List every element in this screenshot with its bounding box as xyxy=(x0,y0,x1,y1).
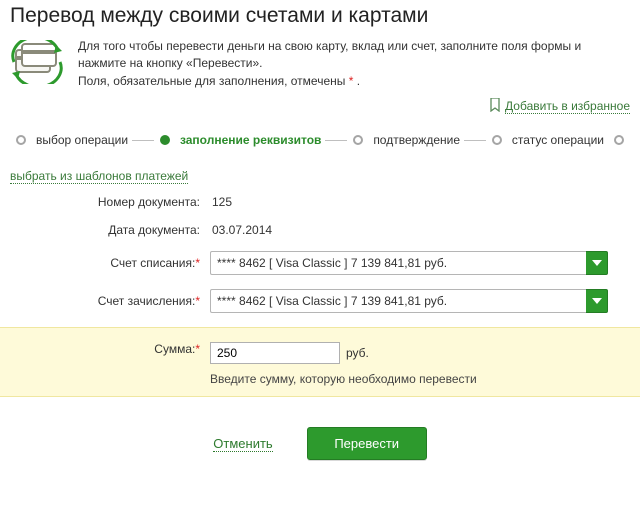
amount-currency: руб. xyxy=(340,342,369,364)
intro-line2a: Поля, обязательные для заполнения, отмеч… xyxy=(78,74,349,88)
wizard-step-label: статус операции xyxy=(508,133,608,147)
bookmark-icon xyxy=(489,98,501,115)
doc-number-label: Номер документа: xyxy=(10,195,210,209)
doc-date-value: 03.07.2014 xyxy=(210,223,272,237)
chevron-down-icon[interactable] xyxy=(586,289,608,313)
transfer-cards-icon xyxy=(10,38,66,90)
required-star: * xyxy=(195,342,200,356)
transfer-button[interactable]: Перевести xyxy=(307,427,427,460)
debit-account-select[interactable]: **** 8462 [ Visa Classic ] 7 139 841,81 … xyxy=(210,251,608,275)
page-title: Перевод между своими счетами и картами xyxy=(10,0,630,28)
amount-hint: Введите сумму, которую необходимо переве… xyxy=(210,372,630,386)
wizard-dot xyxy=(492,135,502,145)
intro-line2c: . xyxy=(353,74,360,88)
cancel-button[interactable]: Отменить xyxy=(213,436,272,452)
chevron-down-icon[interactable] xyxy=(586,251,608,275)
required-star: * xyxy=(195,294,200,308)
credit-label: Счет зачисления: xyxy=(98,294,196,308)
add-favorite-link[interactable]: Добавить в избранное xyxy=(505,99,630,114)
doc-date-label: Дата документа: xyxy=(10,223,210,237)
debit-account-value: **** 8462 [ Visa Classic ] 7 139 841,81 … xyxy=(210,251,586,275)
intro-text: Для того чтобы перевести деньги на свою … xyxy=(78,38,630,90)
amount-label: Сумма: xyxy=(154,342,195,356)
intro-line1: Для того чтобы перевести деньги на свою … xyxy=(78,39,581,70)
wizard: выбор операции заполнение реквизитов под… xyxy=(10,133,630,147)
choose-template-link[interactable]: выбрать из шаблонов платежей xyxy=(10,169,188,184)
wizard-dot xyxy=(160,135,170,145)
debit-label: Счет списания: xyxy=(110,256,195,270)
wizard-step-label: выбор операции xyxy=(32,133,132,147)
credit-account-select[interactable]: **** 8462 [ Visa Classic ] 7 139 841,81 … xyxy=(210,289,608,313)
wizard-dot xyxy=(614,135,624,145)
credit-account-value: **** 8462 [ Visa Classic ] 7 139 841,81 … xyxy=(210,289,586,313)
wizard-step-label: подтверждение xyxy=(369,133,464,147)
wizard-dot xyxy=(16,135,26,145)
amount-input[interactable] xyxy=(210,342,340,364)
doc-number-value: 125 xyxy=(210,195,232,209)
wizard-dot xyxy=(353,135,363,145)
required-star: * xyxy=(195,256,200,270)
wizard-step-label: заполнение реквизитов xyxy=(176,133,325,147)
